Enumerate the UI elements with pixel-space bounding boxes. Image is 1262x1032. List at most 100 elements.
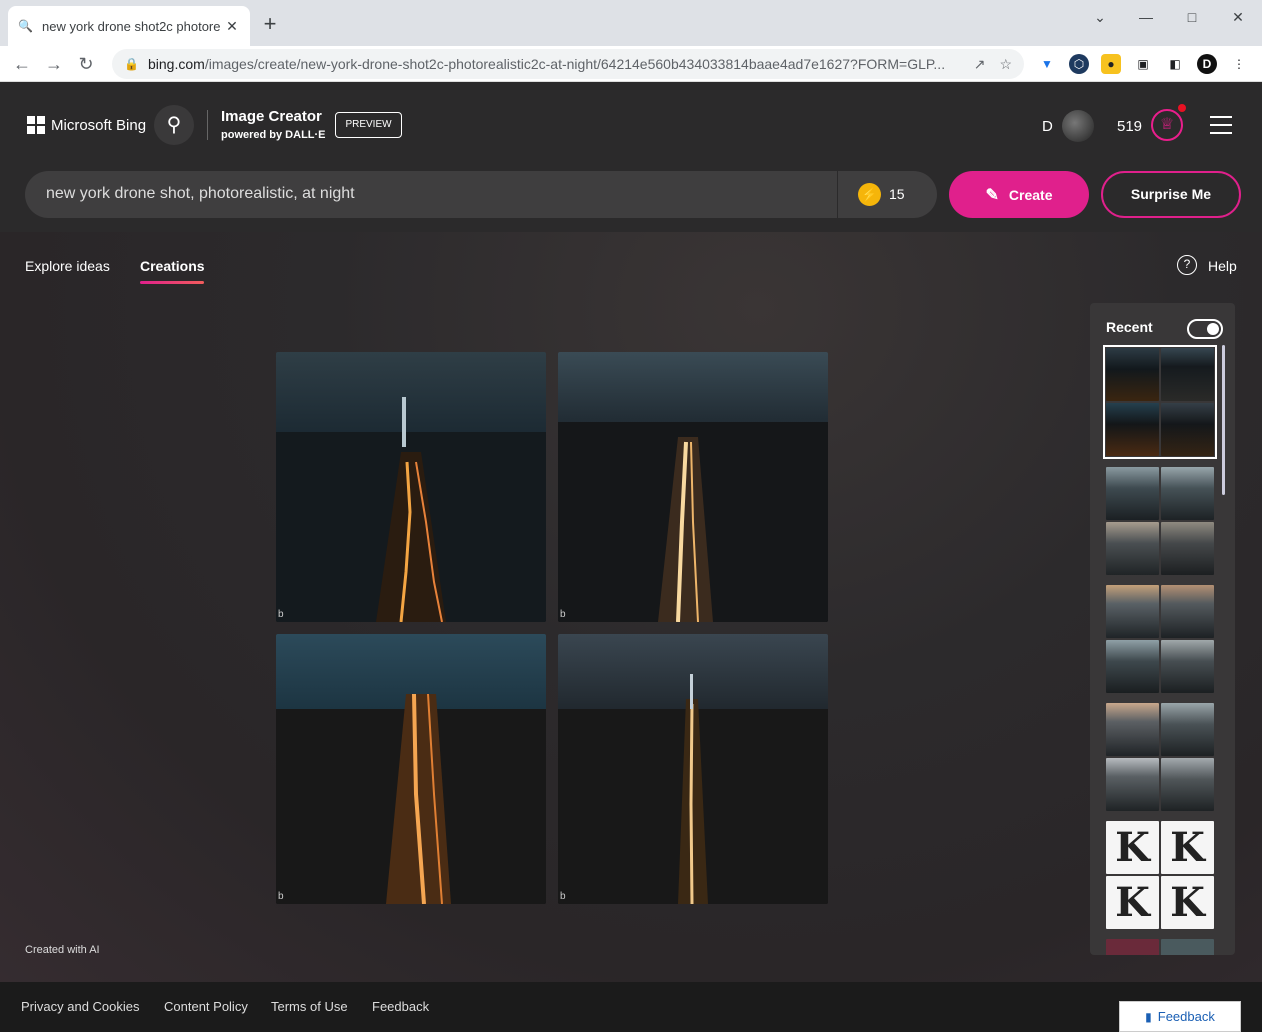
- tab-search-chevron-icon[interactable]: ⌄: [1091, 8, 1109, 26]
- product-subtitle: powered by DALL·E: [221, 129, 326, 141]
- browser-tab[interactable]: 🔍 new york drone shot2c photore ✕: [8, 6, 250, 46]
- city-night-image: [276, 634, 546, 904]
- thumbnail: [1161, 348, 1214, 401]
- url-domain: bing.com: [148, 56, 205, 72]
- url-path: /images/create/new-york-drone-shot2c-pho…: [204, 56, 946, 72]
- microsoft-logo-icon: [27, 116, 45, 134]
- recent-creation-1[interactable]: [1103, 345, 1217, 459]
- minimize-button[interactable]: —: [1137, 8, 1155, 26]
- bing-search-favicon-icon: 🔍: [18, 19, 33, 33]
- rewards-trophy-icon[interactable]: ♕: [1151, 109, 1183, 141]
- letter-k-thumbnail: K: [1161, 821, 1214, 874]
- product-title[interactable]: Image Creator: [221, 108, 322, 125]
- thumbnail: [1106, 939, 1159, 955]
- new-tab-button[interactable]: +: [260, 13, 280, 35]
- recent-scrollbar[interactable]: [1222, 345, 1225, 495]
- back-button[interactable]: ←: [10, 52, 34, 76]
- city-night-image: [558, 634, 828, 904]
- recent-toggle[interactable]: [1187, 319, 1223, 339]
- thumbnail: [1161, 758, 1214, 811]
- thumbnail: [1161, 522, 1214, 575]
- tab-explore-ideas[interactable]: Explore ideas: [25, 258, 110, 274]
- logo-text: Microsoft Bing: [51, 116, 147, 134]
- privacy-link[interactable]: Privacy and Cookies: [21, 999, 140, 1014]
- feedback-chat-icon: ▮: [1145, 1009, 1152, 1024]
- maximize-button[interactable]: □: [1183, 8, 1201, 26]
- bing-header: Microsoft Bing ⚲ Image Creator powered b…: [0, 82, 1262, 232]
- help-icon[interactable]: ?: [1177, 255, 1197, 275]
- extension-shield-icon[interactable]: ⬡: [1069, 54, 1089, 74]
- thumbnail: [1106, 758, 1159, 811]
- letter-k-thumbnail: K: [1161, 876, 1214, 929]
- search-icon[interactable]: ⚲: [154, 105, 194, 145]
- prompt-text[interactable]: new york drone shot, photorealistic, at …: [46, 185, 355, 203]
- city-night-image: [276, 352, 546, 622]
- close-tab-icon[interactable]: ✕: [224, 18, 240, 35]
- tab-creations[interactable]: Creations: [140, 258, 205, 274]
- active-tab-underline: [140, 281, 204, 284]
- letter-k-thumbnail: K: [1106, 821, 1159, 874]
- letter-k-thumbnail: K: [1106, 876, 1159, 929]
- thumbnail: [1161, 585, 1214, 638]
- create-brush-icon: ✎: [985, 186, 999, 204]
- content-policy-link[interactable]: Content Policy: [164, 999, 248, 1014]
- footer: Privacy and Cookies Content Policy Terms…: [0, 982, 1262, 1032]
- tab-title: new york drone shot2c photore: [42, 18, 221, 34]
- bing-watermark-icon: b: [278, 609, 284, 620]
- generated-image-3[interactable]: b: [276, 634, 546, 904]
- thumbnail: [1106, 403, 1159, 456]
- main-content: Explore ideas Creations ? Help b b b b C…: [0, 232, 1262, 982]
- recent-label: Recent: [1106, 319, 1153, 335]
- recent-panel: Recent K K K K: [1090, 303, 1235, 955]
- bookmark-star-icon[interactable]: ☆: [999, 56, 1012, 73]
- recent-creation-6[interactable]: [1106, 939, 1214, 955]
- bing-watermark-icon: b: [560, 609, 566, 620]
- prompt-input[interactable]: new york drone shot, photorealistic, at …: [25, 171, 937, 218]
- address-bar[interactable]: 🔒 bing.com/images/create/new-york-drone-…: [112, 49, 1024, 79]
- create-label: Create: [1008, 186, 1053, 203]
- thumbnail: [1161, 939, 1214, 955]
- extension-vpn-icon[interactable]: ▼: [1037, 54, 1057, 74]
- preview-badge: PREVIEW: [335, 112, 402, 138]
- browser-menu-icon[interactable]: ⋮: [1229, 54, 1249, 74]
- create-button[interactable]: ✎ Create: [949, 171, 1089, 218]
- feedback-button-label: Feedback: [1157, 1009, 1215, 1024]
- browser-tab-bar: 🔍 new york drone shot2c photore ✕ + ⌄ — …: [0, 0, 1262, 46]
- generated-image-2[interactable]: b: [558, 352, 828, 622]
- feedback-link[interactable]: Feedback: [372, 999, 429, 1014]
- bing-watermark-icon: b: [278, 891, 284, 902]
- thumbnail: [1161, 403, 1214, 456]
- terms-link[interactable]: Terms of Use: [271, 999, 348, 1014]
- close-window-button[interactable]: ✕: [1229, 8, 1247, 26]
- recent-creation-3[interactable]: [1106, 585, 1214, 693]
- microsoft-bing-logo[interactable]: Microsoft Bing: [27, 116, 146, 134]
- extension-bulb-icon[interactable]: ●: [1101, 54, 1121, 74]
- share-icon[interactable]: ↗: [974, 56, 986, 73]
- recent-creation-2[interactable]: [1106, 467, 1214, 575]
- help-link[interactable]: Help: [1208, 258, 1237, 274]
- thumbnail: [1106, 703, 1159, 756]
- generated-image-4[interactable]: b: [558, 634, 828, 904]
- notification-dot: [1178, 104, 1186, 112]
- boost-bolt-icon: ⚡: [858, 183, 881, 206]
- surprise-me-button[interactable]: Surprise Me: [1101, 171, 1241, 218]
- rewards-points[interactable]: 519: [1117, 118, 1142, 135]
- user-avatar[interactable]: [1062, 110, 1094, 142]
- hamburger-menu-icon[interactable]: [1210, 116, 1232, 134]
- created-with-ai-label: Created with AI: [25, 944, 100, 956]
- side-panel-icon[interactable]: ◧: [1165, 54, 1185, 74]
- reload-button[interactable]: ↻: [74, 52, 98, 76]
- recent-creation-4[interactable]: [1106, 703, 1214, 811]
- recent-creation-5[interactable]: K K K K: [1106, 821, 1214, 929]
- header-divider: [207, 110, 208, 140]
- thumbnail: [1161, 703, 1214, 756]
- lock-icon[interactable]: 🔒: [124, 57, 139, 71]
- forward-button[interactable]: →: [42, 52, 66, 76]
- user-initial[interactable]: D: [1042, 118, 1053, 135]
- thumbnail: [1106, 348, 1159, 401]
- feedback-button[interactable]: ▮ Feedback: [1119, 1001, 1241, 1032]
- profile-avatar[interactable]: D: [1197, 54, 1217, 74]
- extensions-puzzle-icon[interactable]: ▣: [1133, 54, 1153, 74]
- generated-image-1[interactable]: b: [276, 352, 546, 622]
- thumbnail: [1161, 467, 1214, 520]
